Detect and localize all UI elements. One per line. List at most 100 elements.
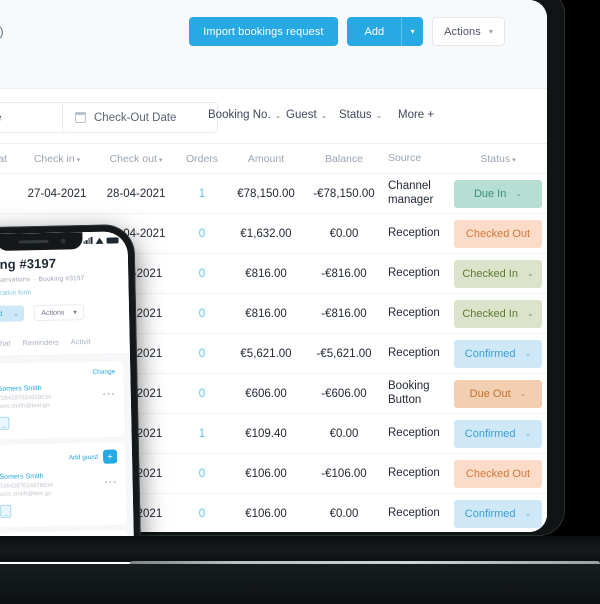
toolbar-actions-group: Import bookings request Add ▾ Actions ▾ bbox=[189, 17, 505, 46]
cell-orders: 0 bbox=[176, 268, 228, 280]
guest-info: Somers Smith 7264287634928634 som.smith@… bbox=[0, 472, 98, 518]
orders-link[interactable]: 0 bbox=[199, 508, 205, 520]
orders-link[interactable]: 0 bbox=[199, 348, 205, 360]
chevron-down-icon: ▾ bbox=[488, 27, 493, 36]
cell-balance: -€606.00 bbox=[321, 387, 367, 400]
cell-amount: €106.00 bbox=[245, 507, 287, 520]
checkout-date-placeholder: Check-Out Date bbox=[94, 111, 177, 124]
cell-orders: 0 bbox=[176, 508, 228, 520]
cell-checkin-date: 27-04-2021 bbox=[27, 187, 87, 200]
header-checkin-label: Check in bbox=[33, 152, 75, 165]
table-row[interactable]: hompson27-04-202128-04-20211€78,150.00-€… bbox=[0, 174, 547, 214]
header-checkout[interactable]: Check out ▾ bbox=[96, 153, 176, 165]
payer-info: Somers Smith 7264287634928634 som.smith@… bbox=[0, 384, 97, 430]
chevron-down-icon: ⌄ bbox=[524, 349, 532, 358]
checkout-date-input[interactable]: Check-Out Date bbox=[62, 102, 218, 133]
top-toolbar: 0) Import bookings request Add ▾ Actions… bbox=[0, 0, 547, 88]
cell-orders: 0 bbox=[176, 228, 228, 240]
status-badge-label: Due Out bbox=[469, 387, 511, 400]
status-badge[interactable]: Confirmed ⌄ bbox=[454, 419, 542, 448]
add-dropdown-caret-icon[interactable]: ▾ bbox=[401, 17, 424, 46]
cell-balance: €0.00 bbox=[329, 227, 359, 240]
add-guest-group: Add guest + bbox=[69, 449, 118, 464]
phone-actions-button[interactable]: Actions ▾ bbox=[34, 304, 85, 322]
breadcrumb-separator: · bbox=[33, 276, 36, 284]
filter-more-button[interactable]: More + bbox=[398, 109, 434, 121]
cell-amount: €109.40 bbox=[245, 427, 287, 440]
orders-link[interactable]: 0 bbox=[199, 468, 205, 480]
wifi-icon bbox=[95, 237, 104, 244]
cell-source: Reception bbox=[388, 346, 440, 359]
header-amount: Amount bbox=[247, 152, 285, 165]
breadcrumb-reservations[interactable]: Reservations bbox=[0, 276, 30, 284]
phone-tab-reminders[interactable]: Reminders bbox=[22, 338, 59, 356]
phone-number-icon[interactable] bbox=[0, 504, 12, 518]
payer-card: YER Change Somers Smith 7264287634928634… bbox=[0, 361, 125, 440]
chevron-down-icon: ⌄ bbox=[375, 110, 383, 120]
guest-more-options-icon[interactable]: ••• bbox=[104, 471, 118, 486]
status-badge[interactable]: Due Out ⌄ bbox=[454, 379, 542, 408]
phone-screen: Booking #3197 Home·Reservations·Booking … bbox=[0, 231, 135, 581]
guest-person-row: Somers Smith 7264287634928634 som.smith@… bbox=[0, 471, 118, 518]
guest-name[interactable]: Somers Smith bbox=[0, 472, 98, 481]
cell-balance: -€106.00 bbox=[321, 467, 367, 480]
orders-link[interactable]: 0 bbox=[199, 388, 205, 400]
add-guest-label[interactable]: Add guest bbox=[69, 453, 98, 461]
guests-card-header: ESTS Add guest + bbox=[0, 449, 118, 466]
chevron-down-icon: ⌄ bbox=[515, 189, 523, 198]
status-badge[interactable]: Confirmed ⌄ bbox=[454, 499, 542, 528]
phone-number-icon[interactable] bbox=[0, 416, 10, 430]
checkin-date-input[interactable]: Check-In Date bbox=[0, 102, 68, 133]
cell-status: Confirmed ⌄ bbox=[446, 339, 547, 368]
actions-button[interactable]: Actions ▾ bbox=[432, 17, 505, 46]
cell-balance: -€816.00 bbox=[321, 267, 367, 280]
cell-orders: 0 bbox=[176, 308, 228, 320]
cell-status: Confirmed ⌄ bbox=[446, 419, 547, 448]
cell-source: Booking Button bbox=[388, 379, 430, 406]
header-balance: Balance bbox=[325, 152, 363, 165]
orders-link[interactable]: 1 bbox=[199, 428, 205, 440]
status-badge[interactable]: Due In ⌄ bbox=[454, 179, 542, 208]
add-button-group[interactable]: Add ▾ bbox=[346, 17, 424, 46]
cell-balance: €0.00 bbox=[329, 507, 359, 520]
actions-label: Actions bbox=[444, 25, 481, 38]
status-badge-label: Confirmed bbox=[464, 427, 516, 440]
phone-status-dropdown[interactable]: Confirmed ⌄ bbox=[0, 305, 25, 323]
cell-balance: -€78,150.00 bbox=[313, 187, 375, 200]
status-badge[interactable]: Checked Out bbox=[454, 459, 542, 488]
header-orders: Orders bbox=[185, 152, 219, 165]
header-status[interactable]: Status ▾ bbox=[446, 153, 547, 165]
payer-more-options-icon[interactable]: ••• bbox=[103, 383, 116, 398]
chevron-down-icon: ▾ bbox=[73, 309, 77, 317]
filter-status-label: Status bbox=[339, 109, 372, 121]
filter-guest[interactable]: Guest ⌄ bbox=[286, 109, 327, 121]
orders-link[interactable]: 0 bbox=[199, 228, 205, 240]
payer-change-link[interactable]: Change bbox=[92, 368, 115, 375]
payer-person-row: Somers Smith 7264287634928634 som.smith@… bbox=[0, 383, 116, 430]
orders-link[interactable]: 1 bbox=[199, 188, 205, 200]
status-badge[interactable]: Confirmed ⌄ bbox=[454, 339, 542, 368]
filter-booking-no[interactable]: Booking No. ⌄ bbox=[208, 109, 281, 121]
orders-link[interactable]: 0 bbox=[199, 268, 205, 280]
phone-tab-bar: neralChatRemindersActivit bbox=[0, 327, 130, 358]
phone-print-registration-link[interactable]: & print registration form bbox=[0, 287, 118, 297]
add-guest-plus-icon[interactable]: + bbox=[102, 449, 118, 464]
phone-tab-chat[interactable]: Chat bbox=[0, 339, 11, 356]
status-badge[interactable]: Checked In ⌄ bbox=[454, 299, 542, 328]
payer-name[interactable]: Somers Smith bbox=[0, 384, 96, 393]
add-button[interactable]: Add bbox=[346, 17, 402, 46]
laptop-base bbox=[0, 536, 600, 562]
status-badge[interactable]: Checked Out bbox=[454, 219, 542, 248]
status-badge[interactable]: Checked In ⌄ bbox=[454, 259, 542, 288]
phone-tab-activit[interactable]: Activit bbox=[71, 337, 91, 354]
cell-status: Checked Out bbox=[446, 219, 547, 248]
header-checkin[interactable]: Check in ▾ bbox=[18, 153, 96, 165]
breadcrumb-current: Booking #3197 bbox=[38, 275, 85, 284]
cell-status: Checked In ⌄ bbox=[446, 299, 547, 328]
filter-status[interactable]: Status ⌄ bbox=[339, 109, 382, 121]
cell-orders: 0 bbox=[176, 388, 228, 400]
cell-source: Reception bbox=[388, 306, 440, 319]
cell-source: Reception bbox=[388, 266, 440, 279]
import-bookings-request-button[interactable]: Import bookings request bbox=[189, 17, 338, 46]
orders-link[interactable]: 0 bbox=[199, 308, 205, 320]
